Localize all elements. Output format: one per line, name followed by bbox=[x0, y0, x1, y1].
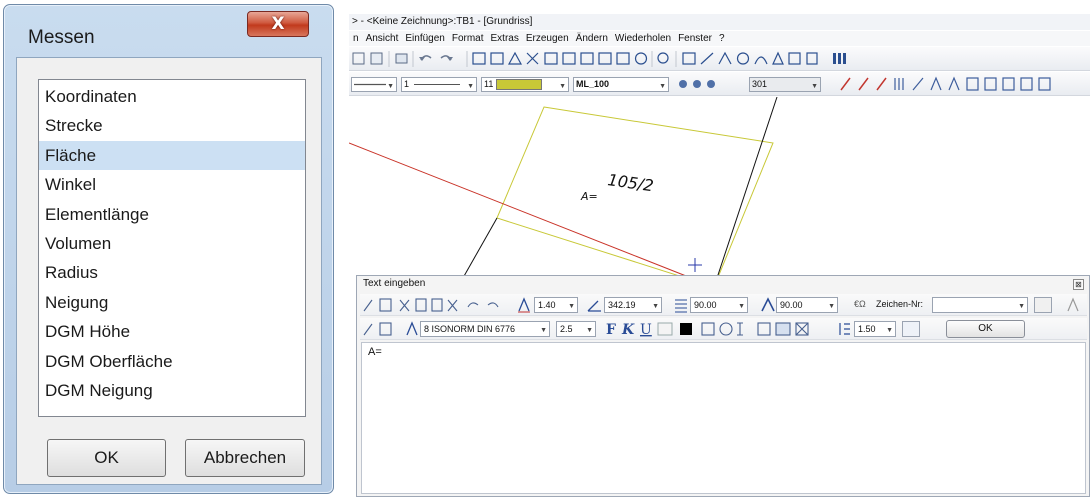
menu-item[interactable]: Fenster bbox=[678, 33, 712, 44]
parcel-outline[interactable] bbox=[496, 106, 774, 288]
menu-item[interactable]: Erzeugen bbox=[526, 33, 569, 44]
zoom-icon[interactable] bbox=[657, 52, 669, 64]
color-swatch bbox=[496, 79, 542, 90]
color-value: 11 bbox=[484, 79, 494, 89]
messen-dialog: Messen X Koordinaten Strecke Fläche Winkel E… bbox=[3, 4, 334, 494]
list-item[interactable]: DGM Neigung bbox=[39, 376, 305, 405]
menu-item[interactable]: n bbox=[353, 33, 359, 44]
char-preview bbox=[1034, 297, 1052, 313]
list-item[interactable]: Volumen bbox=[39, 229, 305, 258]
frame-icons[interactable] bbox=[700, 318, 850, 340]
menu-item[interactable]: ? bbox=[719, 33, 725, 44]
menu-item[interactable]: Einfügen bbox=[405, 33, 444, 44]
line-spacing-select[interactable]: 1.50 ▼ bbox=[854, 321, 896, 337]
menu-item[interactable]: Format bbox=[452, 33, 484, 44]
menu-bar: n Ansicht Einfügen Format Extras Erzeugen Ände… bbox=[349, 31, 1090, 46]
font-icon bbox=[406, 321, 418, 336]
char-number-select[interactable]: ▼ bbox=[932, 297, 1028, 313]
text-input-area[interactable]: A= bbox=[361, 342, 1086, 494]
dialog-client-area: Koordinaten Strecke Fläche Winkel Elementlän… bbox=[16, 57, 322, 485]
modify-tool-icons[interactable] bbox=[835, 72, 1085, 96]
text-angle-icon bbox=[587, 300, 601, 312]
copy-icon[interactable] bbox=[370, 52, 383, 65]
text-width-input[interactable]: 90.00 ▼ bbox=[690, 297, 748, 313]
close-icon[interactable]: ⊠ bbox=[1073, 279, 1084, 290]
screen: Messen X Koordinaten Strecke Fläche Winkel E… bbox=[0, 0, 1090, 497]
cut-icon[interactable] bbox=[352, 52, 365, 65]
list-item[interactable]: DGM Oberfläche bbox=[39, 347, 305, 376]
apply-icon[interactable] bbox=[902, 321, 920, 337]
line-type-select[interactable]: ▼ bbox=[351, 77, 397, 92]
edit-tool-icons[interactable] bbox=[360, 294, 530, 316]
pen-select[interactable]: 1 ▼ bbox=[401, 77, 477, 92]
text-height-input[interactable]: 1.40 ▼ bbox=[534, 297, 578, 313]
undo-icon[interactable] bbox=[419, 55, 432, 61]
zeichen-label: Zeichen-Nr: bbox=[876, 299, 924, 309]
layer-value: ML_100 bbox=[576, 79, 610, 89]
list-item[interactable]: Elementlänge bbox=[39, 200, 305, 229]
text-input-dialog: Text eingeben ⊠ 1.40 ▼ 342.19 ▼ 90.00 ▼ 90.… bbox=[356, 275, 1090, 497]
underline-icon: U bbox=[640, 322, 652, 338]
drawing-tool-icons[interactable] bbox=[682, 51, 818, 65]
color-select[interactable]: 11 ▼ bbox=[481, 77, 569, 92]
layer-tool-icons[interactable] bbox=[675, 72, 735, 96]
text-slant-icon bbox=[761, 297, 775, 312]
list-item[interactable]: Neigung bbox=[39, 288, 305, 317]
italic-icon: K bbox=[621, 322, 635, 338]
layer-select[interactable]: ML_100 ▼ bbox=[573, 77, 669, 92]
dialog-title: Text eingeben bbox=[363, 278, 426, 289]
cancel-button[interactable]: Abbrechen bbox=[185, 439, 305, 477]
area-label: A= bbox=[580, 190, 598, 203]
menu-item[interactable]: Ansicht bbox=[366, 33, 399, 44]
text-height-icon bbox=[518, 297, 530, 313]
text-color-swatch bbox=[680, 323, 692, 335]
dialog-title: Messen bbox=[28, 27, 95, 48]
pen-value: 1 bbox=[404, 79, 410, 89]
style-tool-icons[interactable] bbox=[360, 318, 410, 340]
list-item[interactable]: Koordinaten bbox=[39, 82, 305, 111]
ok-button[interactable]: OK bbox=[946, 320, 1025, 338]
main-toolbar bbox=[349, 47, 1090, 71]
menu-item[interactable]: Wiederholen bbox=[615, 33, 671, 44]
paste-icon[interactable] bbox=[395, 53, 408, 64]
hatch-select[interactable]: 301 ▼ bbox=[749, 77, 821, 92]
list-item[interactable]: Radius bbox=[39, 258, 305, 287]
measure-type-list[interactable]: Koordinaten Strecke Fläche Winkel Elementlän… bbox=[38, 79, 306, 417]
special-char-icon[interactable]: €Ω bbox=[854, 299, 866, 309]
text-style-toolbar: 8 ISONORM DIN 6776 ▼ 2.5 ▼ F K U 1.50 ▼ OK bbox=[360, 318, 1087, 340]
text-angle-input[interactable]: 342.19 ▼ bbox=[604, 297, 662, 313]
list-item[interactable]: Fläche bbox=[39, 140, 305, 171]
list-item[interactable]: Winkel bbox=[39, 170, 305, 199]
property-toolbar: ▼ 1 ▼ 11 ▼ ML_100 ▼ 301 ▼ bbox=[349, 72, 1090, 96]
text-format-toolbar: 1.40 ▼ 342.19 ▼ 90.00 ▼ 90.00 ▼ €Ω Zeichen-N… bbox=[360, 294, 1087, 316]
list-item[interactable]: Strecke bbox=[39, 111, 305, 140]
close-icon: X bbox=[271, 14, 285, 34]
text-slant-input[interactable]: 90.00 ▼ bbox=[776, 297, 838, 313]
close-button[interactable]: X bbox=[247, 11, 309, 37]
insert-char-icon[interactable] bbox=[1064, 294, 1082, 316]
line-spacing-icon bbox=[839, 323, 850, 335]
window-title: > - <Keine Zeichnung>:TB1 - [Grundriss] bbox=[349, 14, 1090, 30]
layout-icons[interactable] bbox=[833, 53, 846, 64]
font-select[interactable]: 8 ISONORM DIN 6776 ▼ bbox=[420, 321, 550, 337]
strike-icon bbox=[657, 322, 673, 336]
redo-icon[interactable] bbox=[440, 55, 453, 61]
menu-item[interactable]: Extras bbox=[491, 33, 519, 44]
toolbar-icons bbox=[352, 51, 846, 67]
menu-item[interactable]: Ändern bbox=[576, 33, 608, 44]
parcel-label: 105/2 bbox=[606, 170, 654, 195]
ok-button[interactable]: OK bbox=[47, 439, 166, 477]
crosshair-cursor bbox=[688, 258, 702, 272]
tool-icons-group[interactable] bbox=[472, 51, 648, 65]
construction-line[interactable] bbox=[713, 97, 778, 288]
list-item[interactable]: DGM Höhe bbox=[39, 317, 305, 346]
measure-line[interactable] bbox=[349, 142, 715, 288]
hatch-number: 301 bbox=[752, 79, 768, 89]
bold-icon: F bbox=[606, 322, 616, 338]
font-size-select[interactable]: 2.5 ▼ bbox=[556, 321, 596, 337]
text-width-icon bbox=[675, 299, 687, 313]
